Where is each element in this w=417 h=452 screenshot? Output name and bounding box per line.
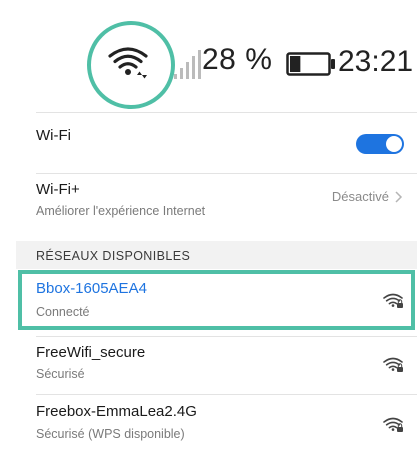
battery-percentage: 28 %: [202, 43, 273, 76]
status-bar: 28 % 23:21: [16, 16, 417, 112]
wifi-plus-status: Désactivé: [331, 189, 389, 204]
section-label: RÉSEAUX DISPONIBLES: [36, 249, 191, 263]
wifi-plus-row[interactable]: Wi-Fi+ Améliorer l'expérience Internet D…: [16, 174, 417, 240]
chevron-right-icon: [395, 191, 403, 203]
wifi-label: Wi-Fi: [36, 127, 71, 144]
wifi-icon-highlight-circle: [87, 21, 175, 109]
connected-network-highlight: [18, 270, 415, 330]
network-item[interactable]: FreeWifi_secure Sécurisé: [16, 337, 417, 393]
clock: 23:21: [338, 45, 414, 78]
available-networks-header: RÉSEAUX DISPONIBLES: [16, 241, 417, 269]
battery-icon: [286, 52, 335, 76]
network-item[interactable]: Freebox-EmmaLea2.4G Sécurisé (WPS dispon…: [16, 395, 417, 452]
network-status: Sécurisé: [36, 367, 85, 381]
wifi-locked-icon: [383, 417, 403, 432]
phone-screen: 28 % 23:21 Wi-Fi Wi-Fi+ Améliorer l'expé…: [16, 16, 417, 452]
cellular-signal-icon: [174, 50, 201, 79]
network-status: Sécurisé (WPS disponible): [36, 427, 185, 441]
toggle-knob: [386, 136, 402, 152]
network-name: Freebox-EmmaLea2.4G: [36, 403, 197, 420]
wifi-locked-icon: [383, 357, 403, 372]
wifi-plus-description: Améliorer l'expérience Internet: [36, 204, 206, 218]
network-name: FreeWifi_secure: [36, 344, 146, 361]
wifi-plus-label: Wi-Fi+: [36, 181, 80, 198]
wifi-toggle-switch[interactable]: [356, 134, 404, 154]
